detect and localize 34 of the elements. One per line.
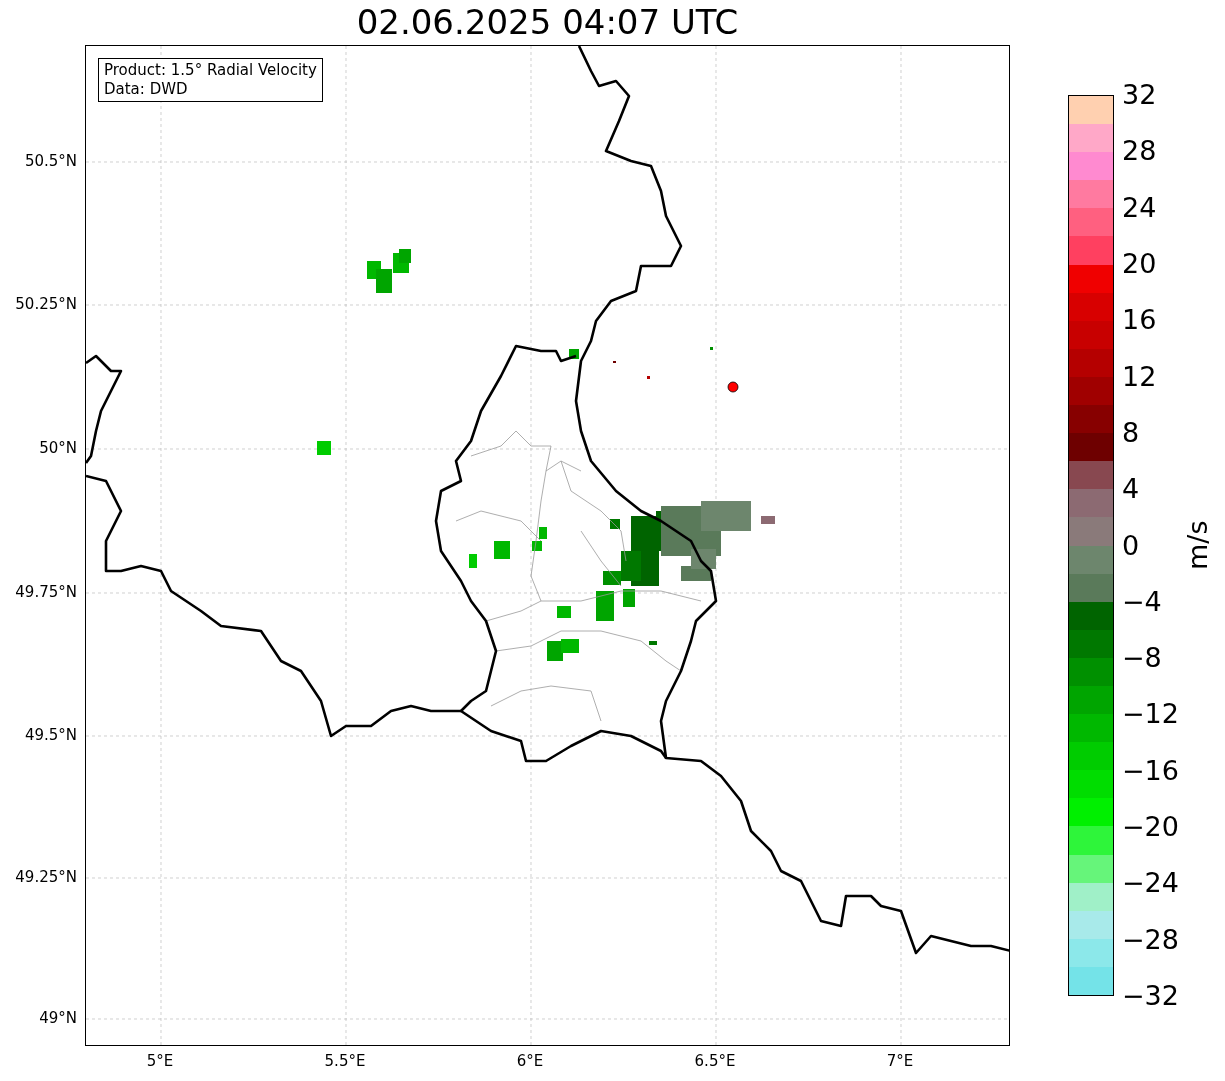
longitude-label: 5°E bbox=[146, 1052, 174, 1070]
colorbar-tick-label: 4 bbox=[1122, 474, 1140, 505]
colorbar-tick-label: −28 bbox=[1122, 924, 1179, 955]
radar-site-marker bbox=[727, 381, 739, 393]
latitude-label: 49.5°N bbox=[24, 726, 77, 744]
longitude-label: 6°E bbox=[516, 1052, 544, 1070]
latitude-label: 49.75°N bbox=[15, 583, 77, 601]
info-text: Product: 1.5° Radial Velocity bbox=[104, 61, 317, 80]
colorbar-tick-label: −24 bbox=[1122, 868, 1179, 899]
info-text: Data: DWD bbox=[104, 80, 189, 99]
colorbar-unit-label: m/s bbox=[1181, 520, 1215, 571]
colorbar-tick-label: −8 bbox=[1122, 643, 1162, 674]
colorbar-tick-label: 16 bbox=[1122, 305, 1157, 336]
colorbar-tick-label: 20 bbox=[1122, 248, 1157, 279]
colorbar-tick-label: 8 bbox=[1122, 417, 1140, 448]
colorbar-tick-label: −16 bbox=[1122, 755, 1179, 786]
latitude-label: 49°N bbox=[39, 1009, 77, 1027]
longitude-label: 7°E bbox=[886, 1052, 914, 1070]
colorbar-tick-label: 24 bbox=[1122, 192, 1157, 223]
latitude-label: 50.25°N bbox=[15, 295, 77, 313]
colorbar-tick-label: −20 bbox=[1122, 812, 1179, 843]
colorbar-tick-label: −32 bbox=[1122, 981, 1179, 1011]
longitude-label: 5.5°E bbox=[324, 1052, 366, 1070]
latitude-label: 50.5°N bbox=[24, 152, 77, 170]
longitude-label: 6.5°E bbox=[694, 1052, 736, 1070]
colorbar-tick-label: 28 bbox=[1122, 136, 1157, 167]
colorbar-tick-label: −4 bbox=[1122, 586, 1162, 617]
colorbar-tick-label: −12 bbox=[1122, 699, 1179, 730]
latitude-label: 50°N bbox=[39, 439, 77, 457]
colorbar-tick-label: 32 bbox=[1122, 80, 1157, 110]
latitude-label: 49.25°N bbox=[15, 868, 77, 886]
colorbar-tick-label: 0 bbox=[1122, 530, 1140, 561]
colorbar-tick-label: 12 bbox=[1122, 361, 1157, 392]
chart-title: 02.06.2025 04:07 UTC bbox=[355, 1, 740, 44]
